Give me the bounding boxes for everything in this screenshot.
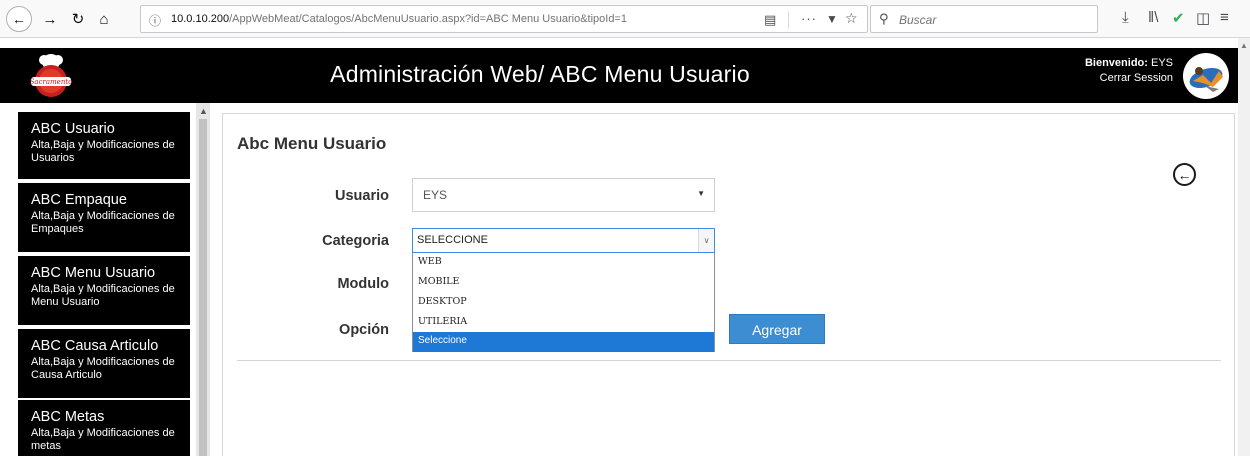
reload-icon[interactable]: ↻	[68, 9, 88, 29]
avatar[interactable]	[1183, 53, 1229, 99]
chevron-down-icon: ▼	[697, 189, 705, 198]
sidebar-item-title: ABC Usuario	[31, 121, 115, 137]
dropdown-option-utileria[interactable]: UTILERIA	[413, 313, 714, 333]
sidebar-item-desc: Alta,Baja y Modificaciones de Menu Usuar…	[31, 283, 175, 308]
circle-arrow-left-icon[interactable]: ←	[1173, 163, 1196, 186]
categoria-dropdown-list: WEB MOBILE DESKTOP UTILERIA Seleccione	[412, 253, 715, 352]
browser-forward-icon[interactable]: →	[40, 9, 60, 29]
divider	[237, 360, 1221, 361]
sidebar-item-abc-menu-usuario[interactable]: ABC Menu Usuario Alta,Baja y Modificacio…	[18, 256, 190, 325]
sidebar-item-title: ABC Empaque	[31, 192, 127, 208]
search-input[interactable]: ⚲ Buscar	[870, 5, 1098, 33]
usuario-label: Usuario	[335, 188, 389, 204]
reader-view-icon[interactable]: ▤	[764, 12, 776, 28]
sidebar-item-abc-metas[interactable]: ABC Metas Alta,Baja y Modificaciones de …	[18, 400, 190, 456]
sidebar-item-abc-causa-articulo[interactable]: ABC Causa Articulo Alta,Baja y Modificac…	[18, 329, 190, 398]
usuario-select-value: EYS	[423, 188, 448, 202]
dropdown-option-mobile[interactable]: MOBILE	[413, 273, 714, 293]
welcome-label: Bienvenido:	[1084, 57, 1148, 69]
library-icon[interactable]: ‖\	[1148, 9, 1158, 26]
hamburger-menu-icon[interactable]: ≡	[1220, 9, 1229, 26]
browser-toolbar: ← → ↻ ⌂ ⓘ 10.0.10.200/AppWebMeat/Catalog…	[0, 0, 1250, 38]
sidebar-item-abc-empaque[interactable]: ABC Empaque Alta,Baja y Modificaciones d…	[18, 183, 190, 252]
star-icon[interactable]: ☆	[845, 10, 858, 27]
sidebar-item-title: ABC Menu Usuario	[31, 265, 156, 281]
modulo-label: Modulo	[337, 276, 389, 292]
sidebar: ABC Usuario Alta,Baja y Modificaciones d…	[0, 103, 213, 456]
home-icon[interactable]: ⌂	[94, 9, 114, 29]
form-title: Abc Menu Usuario	[237, 134, 387, 153]
categoria-select[interactable]: SELECCIONE ∨	[412, 228, 715, 253]
app-header: Sacramento Administración Web/ ABC Menu …	[0, 48, 1250, 103]
scroll-up-icon[interactable]: ▲	[1240, 41, 1248, 50]
download-icon[interactable]: ⤓	[1122, 9, 1129, 26]
page-scrollbar[interactable]	[1238, 38, 1250, 456]
usuario-select[interactable]: EYS ▼	[412, 178, 715, 212]
sidebar-toggle-icon[interactable]: ◫	[1196, 9, 1210, 27]
user-name: EYS	[1150, 57, 1173, 69]
sidebar-scroll-thumb[interactable]	[199, 119, 207, 456]
dropdown-option-desktop[interactable]: DESKTOP	[413, 293, 714, 313]
logout-link[interactable]: Cerrar Session	[1085, 71, 1173, 86]
welcome-block: Bienvenido: EYS Cerrar Session	[1085, 56, 1173, 86]
url-text[interactable]: 10.0.10.200/AppWebMeat/Catalogos/AbcMenu…	[171, 13, 627, 25]
categoria-select-value: SELECCIONE	[417, 234, 488, 246]
dropdown-option-seleccione[interactable]: Seleccione	[413, 332, 714, 352]
extension-check-icon[interactable]: ✔	[1172, 9, 1185, 27]
categoria-label: Categoria	[322, 233, 389, 249]
sidebar-item-desc: Alta,Baja y Modificaciones de Empaques	[31, 210, 175, 235]
url-separator	[788, 12, 789, 28]
sidebar-item-desc: Alta,Baja y Modificaciones de metas	[31, 427, 175, 452]
sidebar-scroll-up-icon[interactable]: ▲	[199, 106, 208, 116]
pocket-icon[interactable]: ▼	[826, 12, 838, 26]
sidebar-item-desc: Alta,Baja y Modificaciones de Usuarios	[31, 139, 175, 164]
sidebar-item-desc: Alta,Baja y Modificaciones de Causa Arti…	[31, 356, 175, 381]
sidebar-item-title: ABC Metas	[31, 409, 105, 425]
search-icon: ⚲	[879, 11, 889, 26]
sidebar-item-title: ABC Causa Articulo	[31, 338, 159, 354]
search-placeholder: Buscar	[899, 13, 937, 27]
dropdown-option-web[interactable]: WEB	[413, 253, 714, 273]
info-icon[interactable]: ⓘ	[149, 12, 161, 29]
browser-back-icon[interactable]: ←	[6, 6, 32, 32]
page-title: Administración Web/ ABC Menu Usuario	[330, 61, 750, 87]
add-button[interactable]: Agregar	[729, 314, 825, 344]
more-actions-icon[interactable]: ···	[801, 11, 817, 26]
sidebar-item-abc-usuario[interactable]: ABC Usuario Alta,Baja y Modificaciones d…	[18, 112, 190, 179]
url-bar[interactable]: ⓘ 10.0.10.200/AppWebMeat/Catalogos/AbcMe…	[140, 5, 868, 33]
chevron-down-icon: ∨	[698, 229, 714, 252]
opcion-label: Opción	[339, 322, 389, 338]
